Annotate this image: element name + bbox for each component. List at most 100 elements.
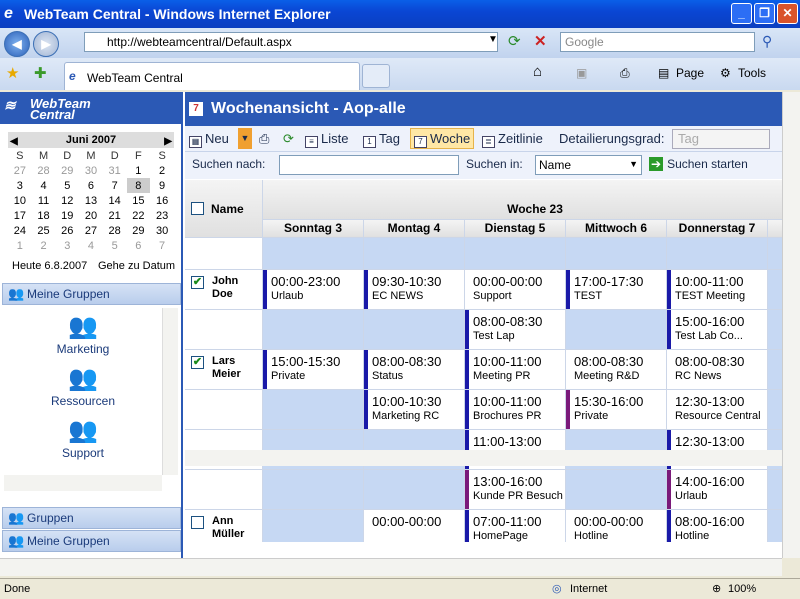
person-checkbox[interactable]: ✔ (191, 276, 204, 289)
calendar-day[interactable]: 5 (103, 238, 127, 253)
calendar-day[interactable]: 10 (8, 193, 32, 208)
calendar-day[interactable]: 27 (8, 163, 32, 178)
new-tab-button[interactable] (362, 64, 390, 88)
calendar-day[interactable]: 1 (127, 163, 151, 178)
calendar-day[interactable]: 5 (55, 178, 79, 193)
group-item-support[interactable]: 👥 Support (4, 416, 162, 460)
my-groups-header[interactable]: 👥 Meine Gruppen (2, 283, 181, 305)
day-header[interactable]: Sonntag 3 (263, 220, 364, 238)
calendar-day[interactable]: 7 (150, 238, 174, 253)
person-checkbox[interactable]: ✔ (191, 356, 204, 369)
calendar-day[interactable]: 1 (8, 238, 32, 253)
calendar-day[interactable]: 15 (127, 193, 151, 208)
today-link[interactable]: Heute 6.8.2007 (12, 260, 87, 272)
next-month-icon[interactable]: ▶ (164, 134, 172, 150)
appointment[interactable]: 12:30-13:00 Resource Central (667, 390, 768, 430)
calendar-day[interactable]: 24 (8, 223, 32, 238)
appointment[interactable]: 00:00-00:00 Hotline (566, 510, 667, 542)
calendar-day[interactable]: 2 (150, 163, 174, 178)
calendar-day[interactable]: 12 (55, 193, 79, 208)
url-dropdown-icon[interactable]: ▼ (488, 34, 498, 45)
empty-slot[interactable] (263, 470, 364, 510)
calendar-day[interactable]: 3 (8, 178, 32, 193)
group-item-ressourcen[interactable]: 👥 Ressourcen (4, 364, 162, 408)
goto-date-link[interactable]: Gehe zu Datum (98, 260, 175, 272)
empty-slot[interactable] (263, 390, 364, 430)
week-button[interactable]: 7 Woche (410, 128, 475, 149)
print-icon[interactable]: ⎙ (620, 66, 630, 81)
appointment[interactable]: 08:00-08:30 Meeting R&D (566, 350, 667, 390)
appointment[interactable]: 00:00-00:00 (364, 510, 465, 542)
appointment[interactable]: 10:00-11:00 Brochures PR (465, 390, 566, 430)
appointment[interactable]: 08:00-08:30 Test Lap (465, 310, 566, 350)
appointment[interactable]: 10:00-11:00 Meeting PR (465, 350, 566, 390)
tab-webteam-central[interactable]: e WebTeam Central (64, 62, 360, 90)
calendar-day[interactable]: 9 (150, 178, 174, 193)
calendar-day[interactable]: 7 (103, 178, 127, 193)
refresh-icon[interactable]: ⟳ (283, 131, 294, 147)
calendar-day[interactable]: 28 (32, 163, 56, 178)
calendar-day[interactable]: 14 (103, 193, 127, 208)
calendar-day[interactable]: 19 (55, 208, 79, 223)
appointment[interactable]: 00:00-23:00 Urlaub (263, 270, 364, 310)
page-hscrollbar[interactable] (0, 558, 782, 576)
appointment[interactable]: 10:00-10:30 Marketing RC (364, 390, 465, 430)
person-checkbox[interactable] (191, 516, 204, 529)
calendar-day[interactable]: 30 (79, 163, 103, 178)
print-icon[interactable]: ⎙ (259, 131, 269, 147)
empty-slot[interactable] (465, 238, 566, 270)
zoom-level[interactable]: 100% (728, 583, 756, 595)
calendar-day[interactable]: 3 (55, 238, 79, 253)
empty-slot[interactable] (263, 238, 364, 270)
appointment[interactable]: 10:00-11:00 TEST Meeting (667, 270, 768, 310)
calendar-day[interactable]: 29 (55, 163, 79, 178)
empty-slot[interactable] (566, 238, 667, 270)
appointment[interactable]: 07:00-11:00 HomePage (465, 510, 566, 542)
day-header[interactable]: Dienstag 5 (465, 220, 566, 238)
timeline-button[interactable]: ≣ Zeitlinie (482, 131, 543, 148)
appointment[interactable]: 13:00-16:00 Kunde PR Besuch (465, 470, 566, 510)
day-header[interactable]: Montag 4 (364, 220, 465, 238)
my-groups-tab[interactable]: 👥 Meine Gruppen (2, 530, 181, 552)
group-item-marketing[interactable]: 👥 Marketing (4, 312, 162, 356)
calendar-day[interactable]: 2 (32, 238, 56, 253)
page-vscrollbar[interactable] (782, 92, 800, 558)
calendar-day[interactable]: 4 (79, 238, 103, 253)
calendar-day[interactable]: 8 (126, 178, 151, 193)
day-header[interactable]: Mittwoch 6 (566, 220, 667, 238)
back-button[interactable]: ◀ (4, 31, 30, 57)
schedule-hscrollbar[interactable] (185, 450, 782, 466)
calendar-day[interactable]: 29 (127, 223, 151, 238)
minimize-button[interactable]: _ (731, 3, 752, 24)
search-in-select[interactable]: Name ▼ (535, 155, 642, 175)
appointment[interactable]: 08:00-08:30 Status (364, 350, 465, 390)
empty-slot[interactable] (364, 470, 465, 510)
calendar-day[interactable]: 28 (103, 223, 127, 238)
empty-slot[interactable] (667, 238, 768, 270)
appointment[interactable]: 15:30-16:00 Private (566, 390, 667, 430)
tools-menu[interactable]: Tools (738, 66, 766, 80)
url-input[interactable]: http://webteamcentral/Default.aspx (84, 32, 498, 52)
prev-month-icon[interactable]: ◀ (10, 134, 18, 150)
add-favorites-icon[interactable]: ✚ (34, 64, 47, 82)
appointment[interactable]: 15:00-15:30 Private (263, 350, 364, 390)
calendar-day[interactable]: 6 (79, 178, 103, 193)
calendar-day[interactable]: 22 (127, 208, 151, 223)
forward-button[interactable]: ▶ (33, 31, 59, 57)
empty-slot[interactable] (566, 470, 667, 510)
maximize-button[interactable]: ❐ (754, 3, 775, 24)
appointment[interactable]: 08:00-08:30 RC News (667, 350, 768, 390)
calendar-day[interactable]: 16 (150, 193, 174, 208)
empty-slot[interactable] (566, 310, 667, 350)
empty-slot[interactable] (364, 310, 465, 350)
page-menu[interactable]: Page (676, 66, 704, 80)
calendar-day[interactable]: 25 (32, 223, 56, 238)
stop-icon[interactable]: ✕ (534, 32, 547, 50)
search-icon[interactable]: ⚲ (762, 33, 772, 50)
calendar-day[interactable]: 11 (32, 193, 56, 208)
group-list-scrollbar[interactable] (162, 308, 178, 475)
day-button[interactable]: 1 Tag (363, 131, 400, 148)
calendar-day[interactable]: 18 (32, 208, 56, 223)
empty-slot[interactable] (263, 310, 364, 350)
new-dropdown-icon[interactable]: ▼ (238, 128, 252, 149)
